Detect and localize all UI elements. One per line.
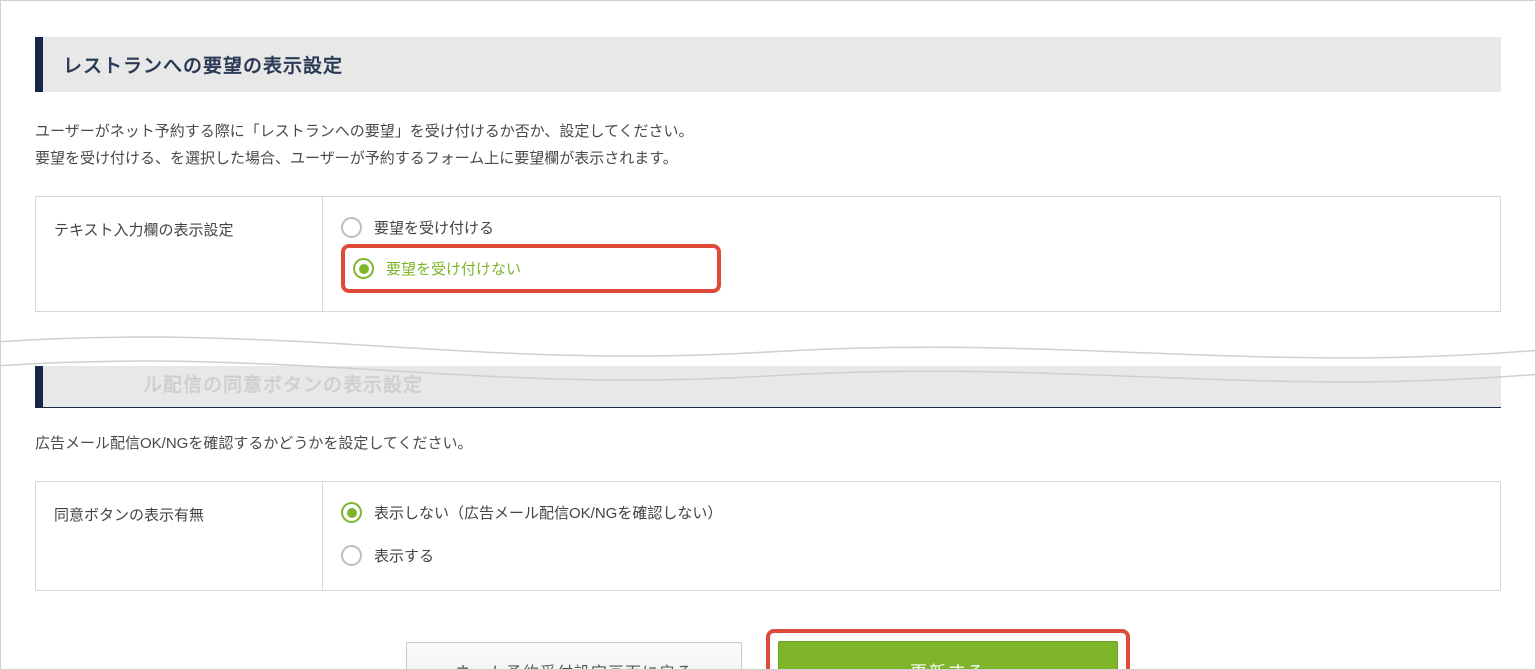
text-input-display-setting-row: テキスト入力欄の表示設定 要望を受け付ける 要望を受け付けない: [35, 196, 1501, 312]
radio-label: 表示しない（広告メール配信OK/NGを確認しない）: [374, 502, 722, 523]
submit-button[interactable]: 更新する: [778, 641, 1118, 670]
section1-desc-line2: 要望を受け付ける、を選択した場合、ユーザーが予約するフォーム上に要望欄が表示され…: [35, 145, 1501, 172]
section1-desc-line1: ユーザーがネット予約する際に「レストランへの要望」を受け付けるか否か、設定してく…: [35, 118, 1501, 145]
radio-accept-requests[interactable]: 要望を受け付ける: [341, 211, 1482, 244]
radio-label: 要望を受け付けない: [386, 258, 521, 279]
radio-icon: [353, 258, 374, 279]
form-actions: ネット予約受付設定画面に戻る 更新する: [35, 629, 1501, 670]
radio-icon: [341, 217, 362, 238]
highlight-frame-reject-option: 要望を受け付けない: [341, 244, 721, 293]
section2-desc-line: 広告メール配信OK/NGを確認するかどうかを設定してください。: [35, 430, 1501, 457]
section-heading-request-display: レストランへの要望の表示設定: [35, 37, 1501, 92]
back-button[interactable]: ネット予約受付設定画面に戻る: [406, 642, 742, 670]
radio-show-consent[interactable]: 表示する: [341, 539, 1482, 572]
radio-icon: [341, 502, 362, 523]
section1-description: ユーザーがネット予約する際に「レストランへの要望」を受け付けるか否か、設定してく…: [35, 118, 1501, 172]
settings-page: レストランへの要望の表示設定 ユーザーがネット予約する際に「レストランへの要望」…: [0, 0, 1536, 670]
setting-value: 表示しない（広告メール配信OK/NGを確認しない） 表示する: [323, 482, 1500, 590]
submit-button-label: 更新する: [910, 663, 986, 670]
radio-icon: [341, 545, 362, 566]
setting-label: 同意ボタンの表示有無: [36, 482, 323, 590]
radio-label: 表示する: [374, 545, 434, 566]
radio-reject-requests[interactable]: 要望を受け付けない: [353, 258, 709, 279]
back-button-label: ネット予約受付設定画面に戻る: [455, 665, 693, 670]
consent-button-display-setting-row: 同意ボタンの表示有無 表示しない（広告メール配信OK/NGを確認しない） 表示す…: [35, 481, 1501, 591]
content-break: [0, 322, 1536, 388]
section2-description: 広告メール配信OK/NGを確認するかどうかを設定してください。: [35, 430, 1501, 457]
setting-value: 要望を受け付ける 要望を受け付けない: [323, 197, 1500, 311]
radio-label: 要望を受け付ける: [374, 217, 494, 238]
section-heading-text: レストランへの要望の表示設定: [63, 56, 343, 77]
setting-label: テキスト入力欄の表示設定: [36, 197, 323, 311]
setting-label-text: 同意ボタンの表示有無: [54, 507, 204, 524]
radio-hide-consent[interactable]: 表示しない（広告メール配信OK/NGを確認しない）: [341, 496, 1482, 529]
setting-label-text: テキスト入力欄の表示設定: [54, 222, 234, 239]
highlight-frame-submit: 更新する: [766, 629, 1130, 670]
